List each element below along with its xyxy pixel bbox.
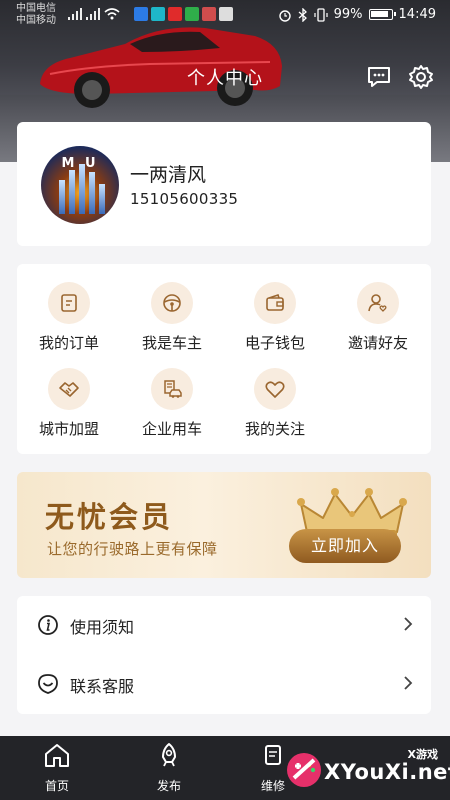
app-notification-icon [185,7,199,21]
vip-banner[interactable]: 无忧会员 让您的行驶路上更有保障 立即加入 [17,472,431,578]
menu-item-label: 使用须知 [70,618,135,637]
home-icon [45,744,69,767]
alarm-icon [278,9,291,22]
carrier-line1: 中国电信 [16,3,56,14]
user-phone: 15105600335 [130,190,239,208]
battery-icon [368,9,396,20]
grid-label: 城市加盟 [38,420,99,438]
grid-label: 企业用车 [141,420,202,438]
avatar[interactable]: M U [41,146,119,224]
bluetooth-icon [298,7,307,22]
wallet-icon [254,282,296,324]
app-notification-icon [202,7,216,21]
join-now-button[interactable]: 立即加入 [289,529,401,563]
enterprise-car-icon [151,368,193,410]
nav-home[interactable]: 首页 [22,742,92,794]
menu-item-label: 联系客服 [70,677,135,696]
mail-icon [219,7,233,21]
grid-label: 邀请好友 [347,334,408,352]
carrier-info: 中国电信 中国移动 [16,3,56,27]
profile-card[interactable]: M U 一两清风 15105600335 [17,122,431,246]
steering-wheel-icon [151,282,193,324]
user-name: 一两清风 [130,164,207,186]
message-icon[interactable] [366,64,392,90]
grid-label: 我是车主 [141,334,202,352]
grid-item-enterprise-car[interactable]: 企业用车 [120,368,224,439]
handshake-icon [48,368,90,410]
vip-subtitle: 让您的行驶路上更有保障 [47,540,218,558]
grid-item-car-owner[interactable]: 我是车主 [120,282,224,353]
repair-icon [265,745,281,765]
invite-friend-icon [357,282,399,324]
feature-grid: 我的订单 我是车主 电子钱包 邀请好友 城市加盟 企业用车 我的关注 [17,264,431,454]
clock-time: 14:49 [398,7,436,22]
chevron-right-icon [404,617,413,631]
nav-label: 首页 [44,779,69,793]
publish-icon [162,743,176,767]
order-icon [48,282,90,324]
app-notification-icon [151,7,165,21]
status-bar: 中国电信 中国移动 99% 14:49 [0,0,450,30]
vibrate-icon [314,7,328,22]
app-notification-icon [134,7,148,21]
site-watermark: X游戏 XYouXi.net [284,740,450,800]
menu-item-usage-notes[interactable]: 使用须知 [17,596,431,654]
info-icon [38,615,58,635]
grid-item-wallet[interactable]: 电子钱包 [223,282,327,353]
grid-label: 我的关注 [244,420,305,438]
status-right: 99% 14:49 [278,7,436,22]
signal-icon [86,8,100,20]
signal-icons [68,8,120,20]
heart-icon [254,368,296,410]
chevron-right-icon [404,676,413,690]
nav-label: 发布 [156,779,181,793]
settings-icon[interactable] [408,64,434,90]
signal-icon [68,8,82,20]
notification-icons [134,7,233,21]
grid-item-invite[interactable]: 邀请好友 [326,282,430,353]
customer-service-icon [38,674,58,694]
grid-label: 我的订单 [38,334,99,352]
gamepad-logo-icon [287,753,321,787]
menu-item-customer-service[interactable]: 联系客服 [17,655,431,713]
carrier-line2: 中国移动 [16,15,56,26]
vip-title: 无忧会员 [45,500,174,534]
app-notification-icon [168,7,182,21]
wifi-icon [104,8,120,20]
grid-item-my-orders[interactable]: 我的订单 [17,282,121,353]
grid-label: 电子钱包 [244,334,305,352]
grid-item-my-favorites[interactable]: 我的关注 [223,368,327,439]
menu-list: 使用须知 联系客服 [17,596,431,714]
grid-item-city-franchise[interactable]: 城市加盟 [17,368,121,439]
nav-publish[interactable]: 发布 [134,742,204,794]
battery-percent: 99% [333,7,363,22]
watermark-text: XYouXi.net [324,760,450,784]
